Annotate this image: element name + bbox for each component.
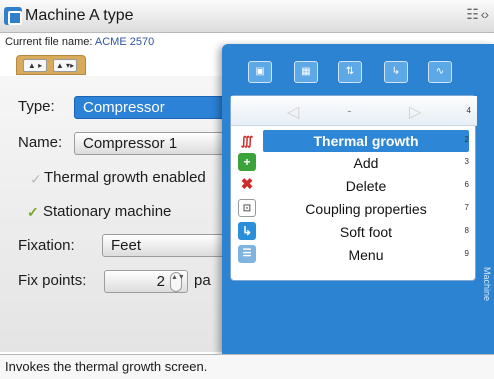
menu-key-badge: 3 bbox=[464, 157, 469, 166]
name-field[interactable]: Compressor 1 bbox=[74, 132, 234, 155]
menu-icon[interactable]: ☰ bbox=[238, 245, 256, 263]
context-menu: ◁ - ▷ 4 ∭ Thermal growth 2 + Add 3 ✖ Del… bbox=[230, 95, 477, 281]
menu-item-soft-foot[interactable]: Soft foot bbox=[263, 221, 469, 243]
menu-key-badge: 7 bbox=[464, 203, 469, 212]
menu-item-menu[interactable]: Menu bbox=[263, 244, 469, 266]
menu-key-badge: 8 bbox=[464, 226, 469, 235]
nav-separator: - bbox=[347, 102, 352, 118]
add-icon[interactable]: + bbox=[238, 153, 256, 171]
coupling-icon[interactable]: ⊡ bbox=[238, 199, 256, 217]
wave-icon[interactable]: ∿ bbox=[428, 61, 452, 83]
status-bar: Invokes the thermal growth screen. bbox=[0, 354, 494, 379]
menu-key-badge: 2 bbox=[464, 135, 469, 144]
screen-icon[interactable]: ▣ bbox=[248, 61, 272, 83]
menu-key-badge: 6 bbox=[464, 180, 469, 189]
nav-key-badge: 4 bbox=[466, 106, 471, 115]
thermal-growth-checkbox[interactable]: ✓ bbox=[30, 171, 42, 188]
nav-left-icon[interactable]: ◁ bbox=[287, 102, 299, 122]
fixation-label: Fixation: bbox=[18, 237, 75, 254]
current-file-label: Current file name: bbox=[5, 36, 93, 48]
panel-side-label: Machine bbox=[482, 266, 492, 302]
name-label: Name: bbox=[18, 134, 63, 151]
fix-points-unit-label: pa bbox=[194, 272, 211, 289]
grid-icon[interactable]: ▦ bbox=[294, 61, 318, 83]
menu-item-thermal-growth[interactable]: Thermal growth bbox=[263, 130, 469, 152]
toolbar-button-1[interactable]: ▲ ▸ bbox=[23, 59, 47, 72]
stepper-arrows-icon[interactable]: ▲▼ bbox=[170, 272, 185, 292]
machine-toolbar: ▲ ▸ ▲ ▾▸ bbox=[16, 55, 86, 75]
delete-icon[interactable]: ✖ bbox=[238, 176, 256, 194]
type-select[interactable]: Compressor bbox=[74, 96, 234, 119]
stationary-machine-checkbox[interactable]: ✓ bbox=[27, 204, 39, 221]
thermal-growth-icon[interactable]: ∭ bbox=[238, 132, 256, 150]
menu-item-delete[interactable]: Delete bbox=[263, 175, 469, 197]
thermal-growth-label: Thermal growth enabled bbox=[44, 169, 206, 186]
menu-nav-bar: ◁ - ▷ 4 bbox=[231, 96, 477, 126]
nav-right-icon[interactable]: ▷ bbox=[409, 102, 421, 122]
toolbar-button-2[interactable]: ▲ ▾▸ bbox=[53, 59, 77, 72]
window-title: Machine A type bbox=[25, 7, 134, 24]
arrow-turn-icon[interactable]: ↳ bbox=[384, 61, 408, 83]
current-file-value: ACME 2570 bbox=[94, 36, 155, 48]
menu-item-coupling-properties[interactable]: Coupling properties bbox=[263, 198, 469, 220]
stationary-machine-label: Stationary machine bbox=[43, 203, 172, 220]
measure-icon[interactable]: ⇅ bbox=[338, 61, 362, 83]
status-indicator-icon: ☷ ‹› bbox=[466, 6, 489, 22]
fix-points-label: Fix points: bbox=[18, 272, 87, 289]
menu-key-badge: 9 bbox=[464, 249, 469, 258]
soft-foot-icon[interactable]: ↳ bbox=[238, 222, 256, 240]
fixation-select[interactable]: Feet bbox=[102, 234, 234, 257]
title-bar: Machine A type ☷ ‹› bbox=[0, 0, 494, 33]
current-file-line: Current file name: ACME 2570 bbox=[5, 36, 154, 48]
type-label: Type: bbox=[18, 98, 55, 115]
menu-item-add[interactable]: Add bbox=[263, 152, 469, 174]
machine-app-icon bbox=[4, 7, 22, 25]
